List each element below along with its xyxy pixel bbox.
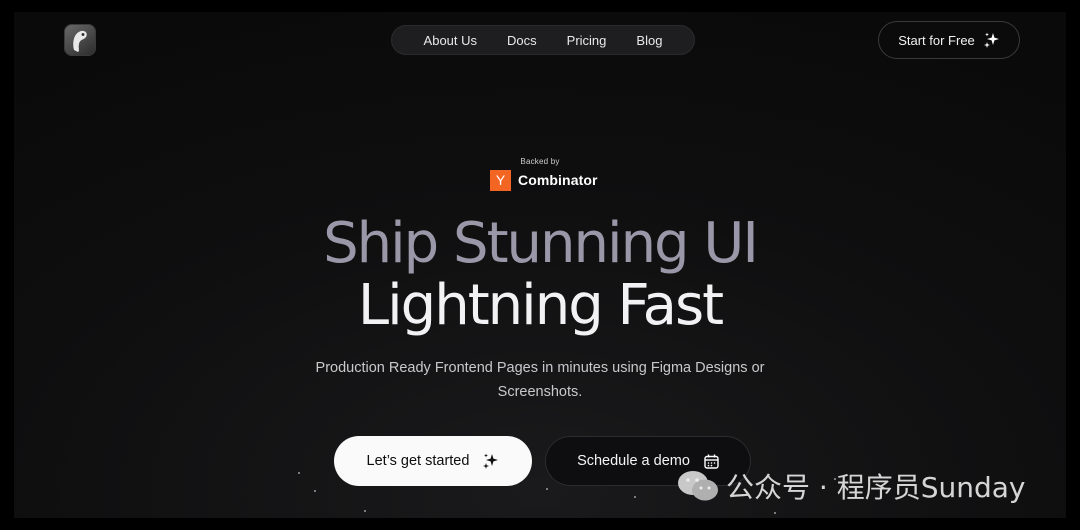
hero-title-line-1: Ship Stunning UI	[323, 211, 759, 276]
yc-name: Combinator	[518, 172, 598, 188]
bird-logo-icon	[73, 30, 87, 52]
wechat-watermark: 公众号 · 程序员Sunday	[676, 466, 1025, 506]
backed-by-label: Backed by	[520, 157, 560, 166]
sparkle-icon	[983, 32, 999, 48]
nav-docs[interactable]: Docs	[492, 33, 552, 48]
yc-logo-icon: Y	[490, 169, 511, 191]
star-dot	[364, 510, 366, 512]
get-started-button[interactable]: Let’s get started	[334, 436, 532, 486]
brand-logo[interactable]	[64, 24, 96, 56]
start-for-free-label: Start for Free	[898, 32, 975, 48]
schedule-demo-label: Schedule a demo	[577, 453, 690, 469]
start-for-free-button[interactable]: Start for Free	[878, 21, 1020, 59]
star-dot	[774, 512, 776, 514]
star-dot	[634, 496, 636, 498]
get-started-label: Let’s get started	[366, 453, 470, 469]
hero-subtitle: Production Ready Frontend Pages in minut…	[315, 360, 765, 400]
yc-badge: Y Combinator	[490, 169, 598, 191]
sparkle-icon	[483, 453, 499, 469]
star-dot	[298, 472, 300, 474]
wechat-icon	[678, 471, 718, 501]
main-nav: About Us Docs Pricing Blog	[391, 25, 695, 55]
nav-about-us[interactable]: About Us	[409, 33, 492, 48]
watermark-text: 公众号 · 程序员Sunday	[726, 471, 1026, 504]
hero-title-line-2: Lightning Fast	[357, 273, 724, 338]
star-dot	[546, 488, 548, 490]
landing-page: About Us Docs Pricing Blog Start for Fre…	[14, 12, 1066, 518]
star-dot	[314, 490, 316, 492]
nav-pricing[interactable]: Pricing	[552, 33, 622, 48]
nav-blog[interactable]: Blog	[621, 33, 677, 48]
